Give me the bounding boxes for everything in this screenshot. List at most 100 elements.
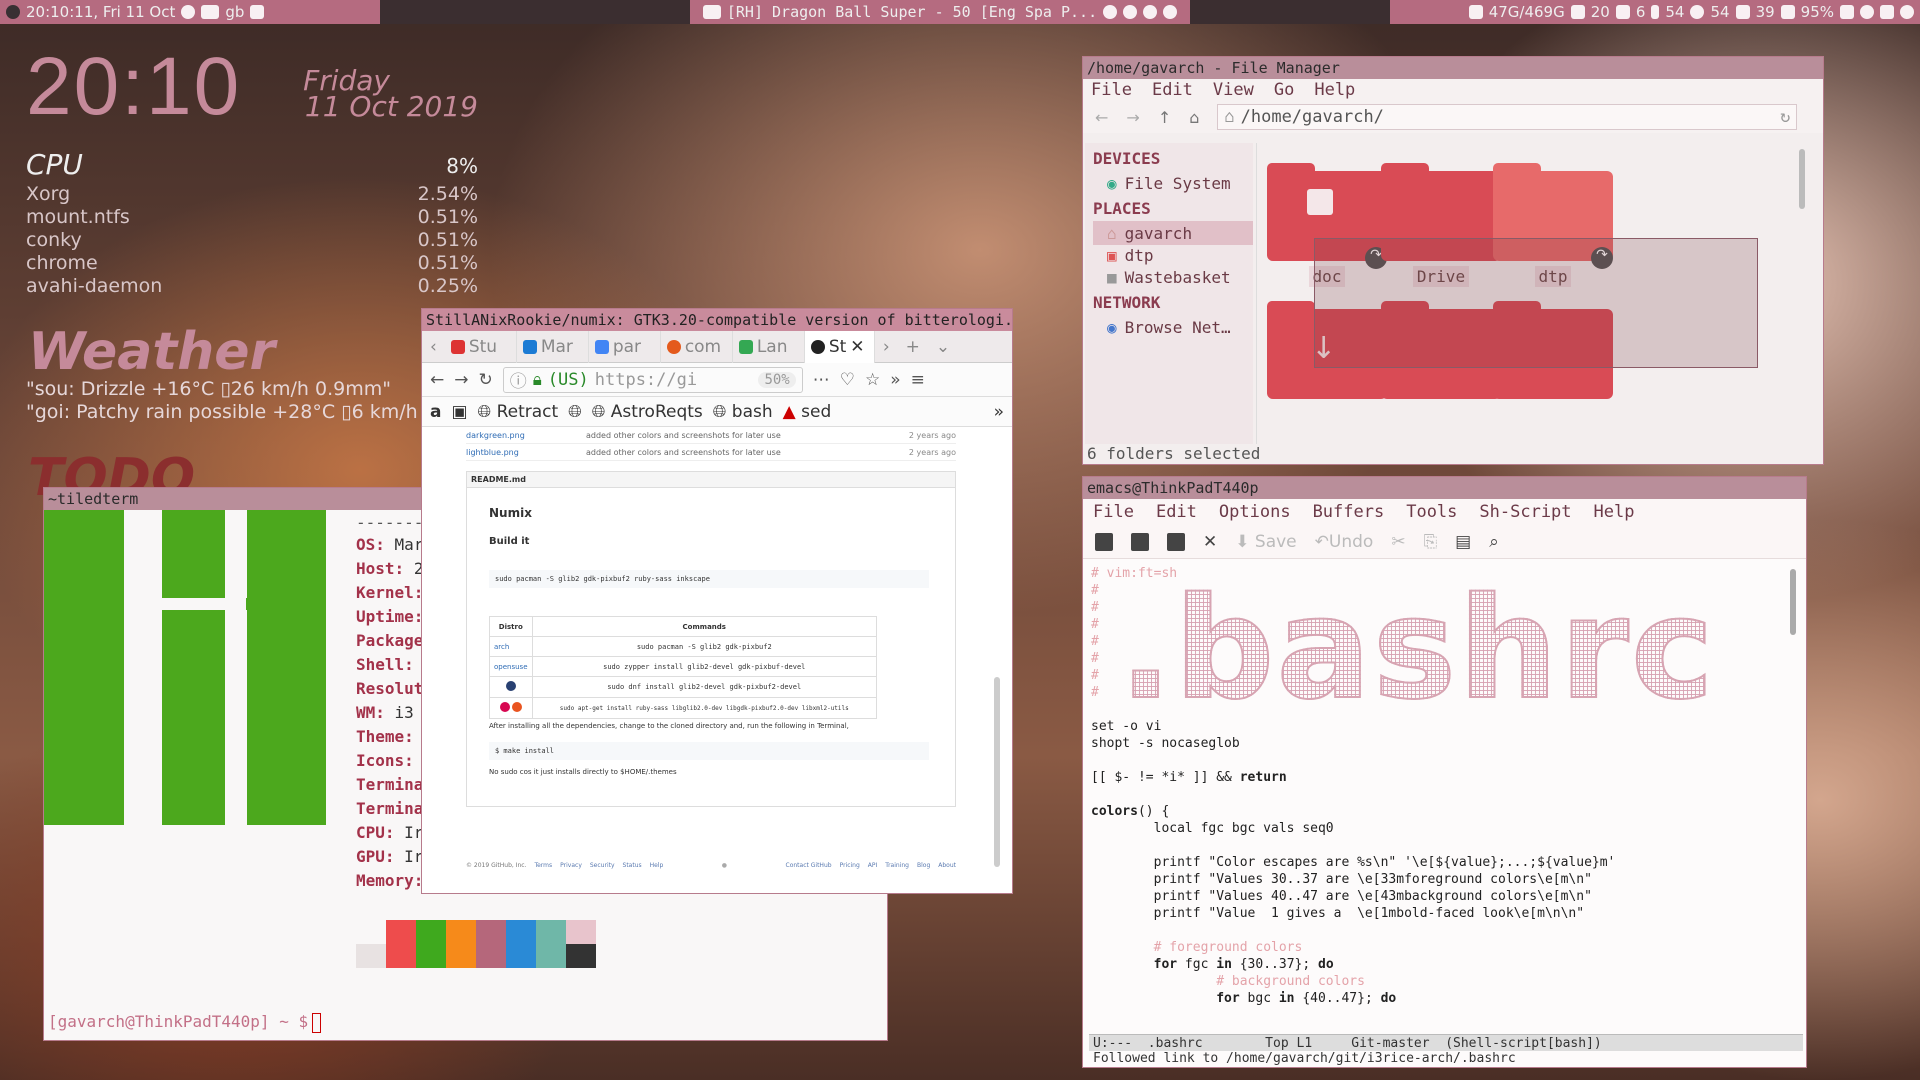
menu-go[interactable]: Go [1274, 79, 1294, 101]
file-name[interactable]: darkgreen.png [466, 431, 586, 440]
footer-link[interactable]: API [868, 862, 878, 869]
menu-help[interactable]: Help [1594, 499, 1635, 525]
up-icon[interactable]: ↑ [1158, 108, 1171, 127]
sidebar-item-browse-network[interactable]: ◉ Browse Net… [1093, 315, 1253, 339]
menu-icon[interactable]: ≡ [911, 370, 925, 390]
footer-link[interactable]: Blog [917, 862, 930, 869]
menu-edit[interactable]: Edit [1152, 79, 1193, 101]
search-icon[interactable]: ⌕ [1489, 532, 1499, 552]
home-icon[interactable]: ⌂ [1189, 108, 1199, 127]
footer-link[interactable]: Security [590, 862, 615, 869]
terminal-prompt[interactable]: [gavarch@ThinkPadT440p] ~ $ [48, 1012, 322, 1033]
undo-button[interactable]: ↶Undo [1315, 532, 1374, 552]
next-icon[interactable] [1163, 5, 1178, 19]
close-buffer-icon[interactable]: ✕ [1203, 532, 1217, 552]
open-file-icon[interactable] [1131, 532, 1149, 551]
tab[interactable]: Lan [733, 330, 805, 363]
more-icon[interactable]: ⋯ [813, 370, 830, 390]
file-manager-titlebar[interactable]: /home/gavarch - File Manager [1083, 57, 1823, 79]
forward-icon[interactable]: → [1126, 108, 1139, 127]
forward-icon[interactable]: → [454, 370, 468, 390]
menu-view[interactable]: View [1213, 79, 1254, 101]
menu-sh-script[interactable]: Sh-Script [1479, 499, 1571, 525]
close-tab-icon[interactable]: ✕ [850, 337, 864, 357]
fedora-icon[interactable] [489, 676, 533, 698]
zoom-level[interactable]: 50% [758, 371, 796, 388]
reload-icon[interactable]: ↻ [479, 370, 493, 390]
file-row[interactable]: lightblue.png added other colors and scre… [466, 444, 956, 461]
back-icon[interactable]: ← [1095, 108, 1108, 127]
new-file-icon[interactable] [1095, 532, 1113, 551]
footer-link[interactable]: About [938, 862, 956, 869]
browser-titlebar[interactable]: StillANixRookie/numix: GTK3.20-compatibl… [422, 309, 1012, 331]
tab[interactable]: Mar [517, 330, 589, 363]
pocket-icon[interactable]: ♡ [840, 370, 855, 390]
new-tab-icon[interactable]: + [898, 337, 928, 357]
menu-edit[interactable]: Edit [1156, 499, 1197, 525]
copy-icon[interactable]: ⎘ [1424, 532, 1438, 552]
bookmark-item[interactable]: 🌐︎ AstroReqts [592, 402, 703, 422]
menu-tools[interactable]: Tools [1406, 499, 1457, 525]
menu-buffers[interactable]: Buffers [1313, 499, 1385, 525]
volume-icon[interactable] [1735, 5, 1750, 19]
bookmark-item[interactable]: 🌐︎ bash [713, 402, 773, 422]
tab[interactable]: Stu [445, 330, 517, 363]
footer-link[interactable]: Terms [534, 862, 552, 869]
paste-icon[interactable]: ▤ [1455, 532, 1471, 552]
bluetooth-icon[interactable] [1860, 5, 1874, 19]
sidebar-item-gavarch[interactable]: ⌂ gavarch [1093, 221, 1253, 245]
file-name[interactable]: lightblue.png [466, 448, 586, 457]
emacs-titlebar[interactable]: emacs@ThinkPadT440p [1083, 477, 1806, 499]
refresh-icon[interactable]: ↻ [1780, 107, 1790, 127]
browser-window[interactable]: StillANixRookie/numix: GTK3.20-compatibl… [422, 309, 1012, 893]
tab-scroll-left-icon[interactable]: ‹ [422, 337, 445, 357]
menu-file[interactable]: File [1093, 499, 1134, 525]
keyboard-layout[interactable]: gb [225, 3, 244, 21]
footer-link[interactable]: Help [650, 862, 664, 869]
wifi-icon[interactable] [1840, 5, 1854, 19]
url-bar[interactable]: ⓘ 🔒︎ (US) https://gi 50% [502, 366, 803, 393]
code-editor[interactable]: # vim:ft=sh # # # # # # # set -o vi shop… [1091, 565, 1781, 1007]
footer-link[interactable]: Privacy [560, 862, 582, 869]
menu-help[interactable]: Help [1314, 79, 1355, 101]
bookmark-item[interactable]: ▲ sed [783, 402, 832, 422]
info-icon[interactable]: ⓘ [510, 367, 527, 392]
previous-icon[interactable] [1103, 5, 1118, 19]
sidebar-item-wastebasket[interactable]: ■ Wastebasket [1093, 265, 1253, 289]
tab-list-icon[interactable]: ⌄ [928, 337, 958, 357]
save-button[interactable]: ⬇ Save [1235, 532, 1296, 552]
file-row[interactable]: darkgreen.png added other colors and scre… [466, 427, 956, 444]
footer-link[interactable]: Pricing [840, 862, 860, 869]
tab-scroll-right-icon[interactable]: › [875, 337, 898, 357]
footer-link[interactable]: Training [885, 862, 909, 869]
globe-icon[interactable]: 🌐︎ [568, 402, 582, 422]
bookmarks-overflow-icon[interactable]: » [994, 402, 1004, 422]
footer-link[interactable]: Status [623, 862, 642, 869]
menu-options[interactable]: Options [1219, 499, 1291, 525]
back-icon[interactable]: ← [430, 370, 444, 390]
tab-active[interactable]: St ✕ [804, 330, 875, 363]
play-icon[interactable] [1123, 5, 1138, 19]
stop-icon[interactable] [1143, 5, 1158, 19]
cut-icon[interactable]: ✂ [1391, 532, 1405, 552]
bookmark-item[interactable]: 🌐︎ Retract [478, 402, 559, 422]
debian-ubuntu-icon[interactable] [489, 697, 533, 719]
sidebar-item-filesystem[interactable]: ◉ File System [1093, 171, 1253, 195]
tab[interactable]: com [661, 330, 733, 363]
location-bar[interactable]: ⌂ /home/gavarch/ ↻ [1217, 104, 1798, 130]
github-footer-icon[interactable]: ● [722, 862, 727, 869]
star-icon[interactable]: ☆ [865, 370, 880, 390]
distro-cell[interactable]: opensuse [489, 656, 533, 677]
bookmark-icon[interactable]: ▣ [451, 402, 467, 422]
amazon-icon[interactable]: a [430, 402, 441, 422]
distro-cell[interactable]: arch [489, 636, 533, 657]
emacs-window[interactable]: emacs@ThinkPadT440p File Edit Options Bu… [1083, 477, 1806, 1067]
menu-file[interactable]: File [1091, 79, 1132, 101]
open-dir-icon[interactable] [1167, 532, 1185, 551]
power-icon[interactable] [1900, 5, 1914, 19]
page-scrollbar[interactable] [994, 677, 1000, 867]
sidebar-item-dtp[interactable]: ▣ dtp [1093, 243, 1253, 267]
emacs-scrollbar[interactable] [1790, 569, 1796, 635]
footer-link[interactable]: Contact GitHub [786, 862, 832, 869]
tab[interactable]: par [589, 330, 661, 363]
